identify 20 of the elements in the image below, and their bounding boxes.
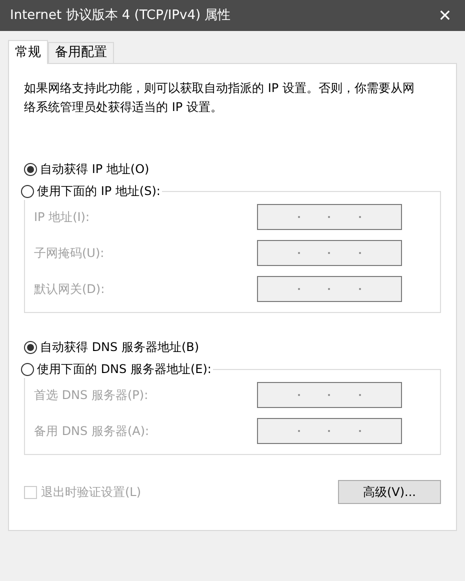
tab[interactable]: 常规 [8,40,48,64]
field-label: IP 地址(I): [34,209,90,226]
ip-address-field[interactable] [257,204,402,230]
radio-option[interactable]: 使用下面的 IP 地址(S): [21,182,162,200]
field-label: 默认网关(D): [34,281,105,298]
radio-option[interactable]: 自动获得 IP 地址(O) [24,160,152,178]
ip-address-field[interactable] [257,276,402,302]
field-label: 备用 DNS 服务器(A): [34,423,150,440]
ip-address-field[interactable] [257,418,402,444]
description-text: 如果网络支持此功能，则可以获取自动指派的 IP 设置。否则，你需要从网络系统管理员处获得适当的 IP 设置。 [24,80,416,116]
radio-option[interactable]: 自动获得 DNS 服务器地址(B) [24,338,202,356]
advanced-button[interactable]: 高级(V)... [338,480,441,504]
field-label: 首选 DNS 服务器(P): [34,387,148,404]
radio-option[interactable]: 使用下面的 DNS 服务器地址(E): [21,360,214,378]
tab[interactable]: 备用配置 [48,42,114,63]
close-button[interactable]: ✕ [425,0,465,31]
ip-address-field[interactable] [257,240,402,266]
field-label: 子网掩码(U): [34,245,104,262]
ip-address-field[interactable] [257,382,402,408]
window-title: Internet 协议版本 4 (TCP/IPv4) 属性 [10,6,231,25]
